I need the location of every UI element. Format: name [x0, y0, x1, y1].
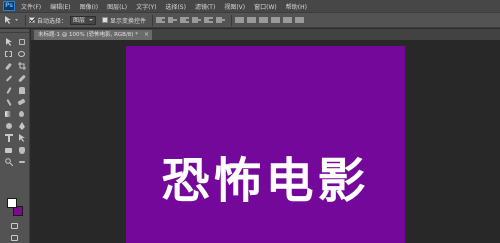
menu-layer[interactable]: 图层(L) [107, 2, 127, 11]
align-top-icon[interactable] [156, 16, 166, 24]
options-divider [152, 14, 154, 26]
move-tool-icon[interactable] [3, 37, 14, 47]
menu-window[interactable]: 窗口(W) [254, 2, 277, 11]
photoshop-window: Ps 文件(F) 编辑(E) 图像(I) 图层(L) 文字(Y) 选择(S) 滤… [0, 0, 500, 243]
menu-help[interactable]: 帮助(H) [286, 2, 307, 11]
rectangle-tool-icon[interactable] [3, 145, 14, 155]
history-brush-tool-icon[interactable] [3, 97, 14, 107]
show-transform-label: 显示变换控件 [110, 17, 147, 25]
workspace[interactable]: 恐怖电影 [31, 40, 500, 243]
show-transform-checkbox[interactable] [102, 17, 109, 23]
options-bar: 自动选择： 图层 显示变换控件 [0, 12, 500, 28]
auto-select-checkbox[interactable] [29, 17, 35, 23]
distribute-bottom-icon[interactable] [259, 16, 269, 24]
align-left-icon[interactable] [192, 16, 202, 24]
artboard-tool-icon[interactable] [16, 37, 27, 47]
blur-tool-icon[interactable] [16, 109, 27, 119]
menu-edit[interactable]: 编辑(E) [50, 2, 70, 11]
menu-bar: Ps 文件(F) 编辑(E) 图像(I) 图层(L) 文字(Y) 选择(S) 滤… [0, 0, 500, 12]
eraser-tool-icon[interactable] [16, 97, 27, 107]
distribute-hcenter-icon[interactable] [283, 16, 293, 24]
menu-type[interactable]: 文字(Y) [136, 2, 156, 11]
align-vcenter-icon[interactable] [168, 16, 178, 24]
align-right-icon[interactable] [216, 16, 226, 24]
path-selection-tool-icon[interactable] [16, 133, 27, 143]
menu-view[interactable]: 视图(V) [224, 2, 245, 11]
screen-mode-icon[interactable] [9, 233, 20, 243]
dodge-tool-icon[interactable] [3, 121, 14, 131]
distribute-vcenter-icon[interactable] [247, 16, 257, 24]
menu-image[interactable]: 图像(I) [80, 2, 98, 11]
canvas-text-layer[interactable]: 恐怖电影 [126, 154, 405, 208]
type-tool-icon[interactable] [3, 133, 14, 143]
align-hcenter-icon[interactable] [204, 16, 214, 24]
zoom-tool-icon[interactable] [3, 157, 14, 167]
quick-mask-icon[interactable] [9, 221, 20, 231]
distribute-top-icon[interactable] [235, 16, 245, 24]
healing-brush-tool-icon[interactable] [16, 73, 27, 83]
crop-tool-icon[interactable] [16, 61, 27, 71]
document-tab-title: 未标题-1 @ 100% (恐怖电影, RGB/8) * [38, 32, 138, 38]
distribute-right-icon[interactable] [295, 16, 305, 24]
distribute-left-icon[interactable] [271, 16, 281, 24]
tools-panel-grip[interactable] [0, 29, 29, 33]
align-bottom-icon[interactable] [180, 16, 190, 24]
eyedropper-tool-icon[interactable] [3, 73, 14, 83]
auto-select-dropdown[interactable]: 图层 [70, 15, 97, 25]
hand-tool-icon[interactable] [16, 145, 27, 155]
more-tools-icon[interactable] [16, 157, 27, 167]
menu-select[interactable]: 选择(S) [165, 2, 186, 11]
options-divider [25, 14, 26, 26]
quick-select-tool-icon[interactable] [3, 61, 14, 71]
photoshop-logo: Ps [3, 1, 15, 11]
move-tool-preset[interactable] [2, 14, 22, 26]
pen-tool-icon[interactable] [16, 121, 27, 131]
clone-stamp-tool-icon[interactable] [16, 85, 27, 95]
gradient-tool-icon[interactable] [3, 109, 14, 119]
document-canvas[interactable]: 恐怖电影 [126, 46, 405, 243]
options-divider [231, 14, 233, 26]
menu-file[interactable]: 文件(F) [21, 2, 41, 11]
tools-panel [0, 29, 30, 243]
move-tool-icon [5, 16, 18, 24]
document-tab-bar: 未标题-1 @ 100% (恐怖电影, RGB/8) * × [31, 29, 500, 40]
close-tab-icon[interactable]: × [144, 30, 149, 40]
marquee-tool-icon[interactable] [3, 49, 14, 59]
document-tab[interactable]: 未标题-1 @ 100% (恐怖电影, RGB/8) * × [34, 30, 152, 40]
menu-filter[interactable]: 滤镜(T) [195, 2, 215, 11]
auto-select-label: 自动选择： [37, 17, 68, 25]
brush-tool-icon[interactable] [3, 85, 14, 95]
foreground-color-swatch[interactable] [7, 198, 17, 208]
lasso-tool-icon[interactable] [16, 49, 27, 59]
